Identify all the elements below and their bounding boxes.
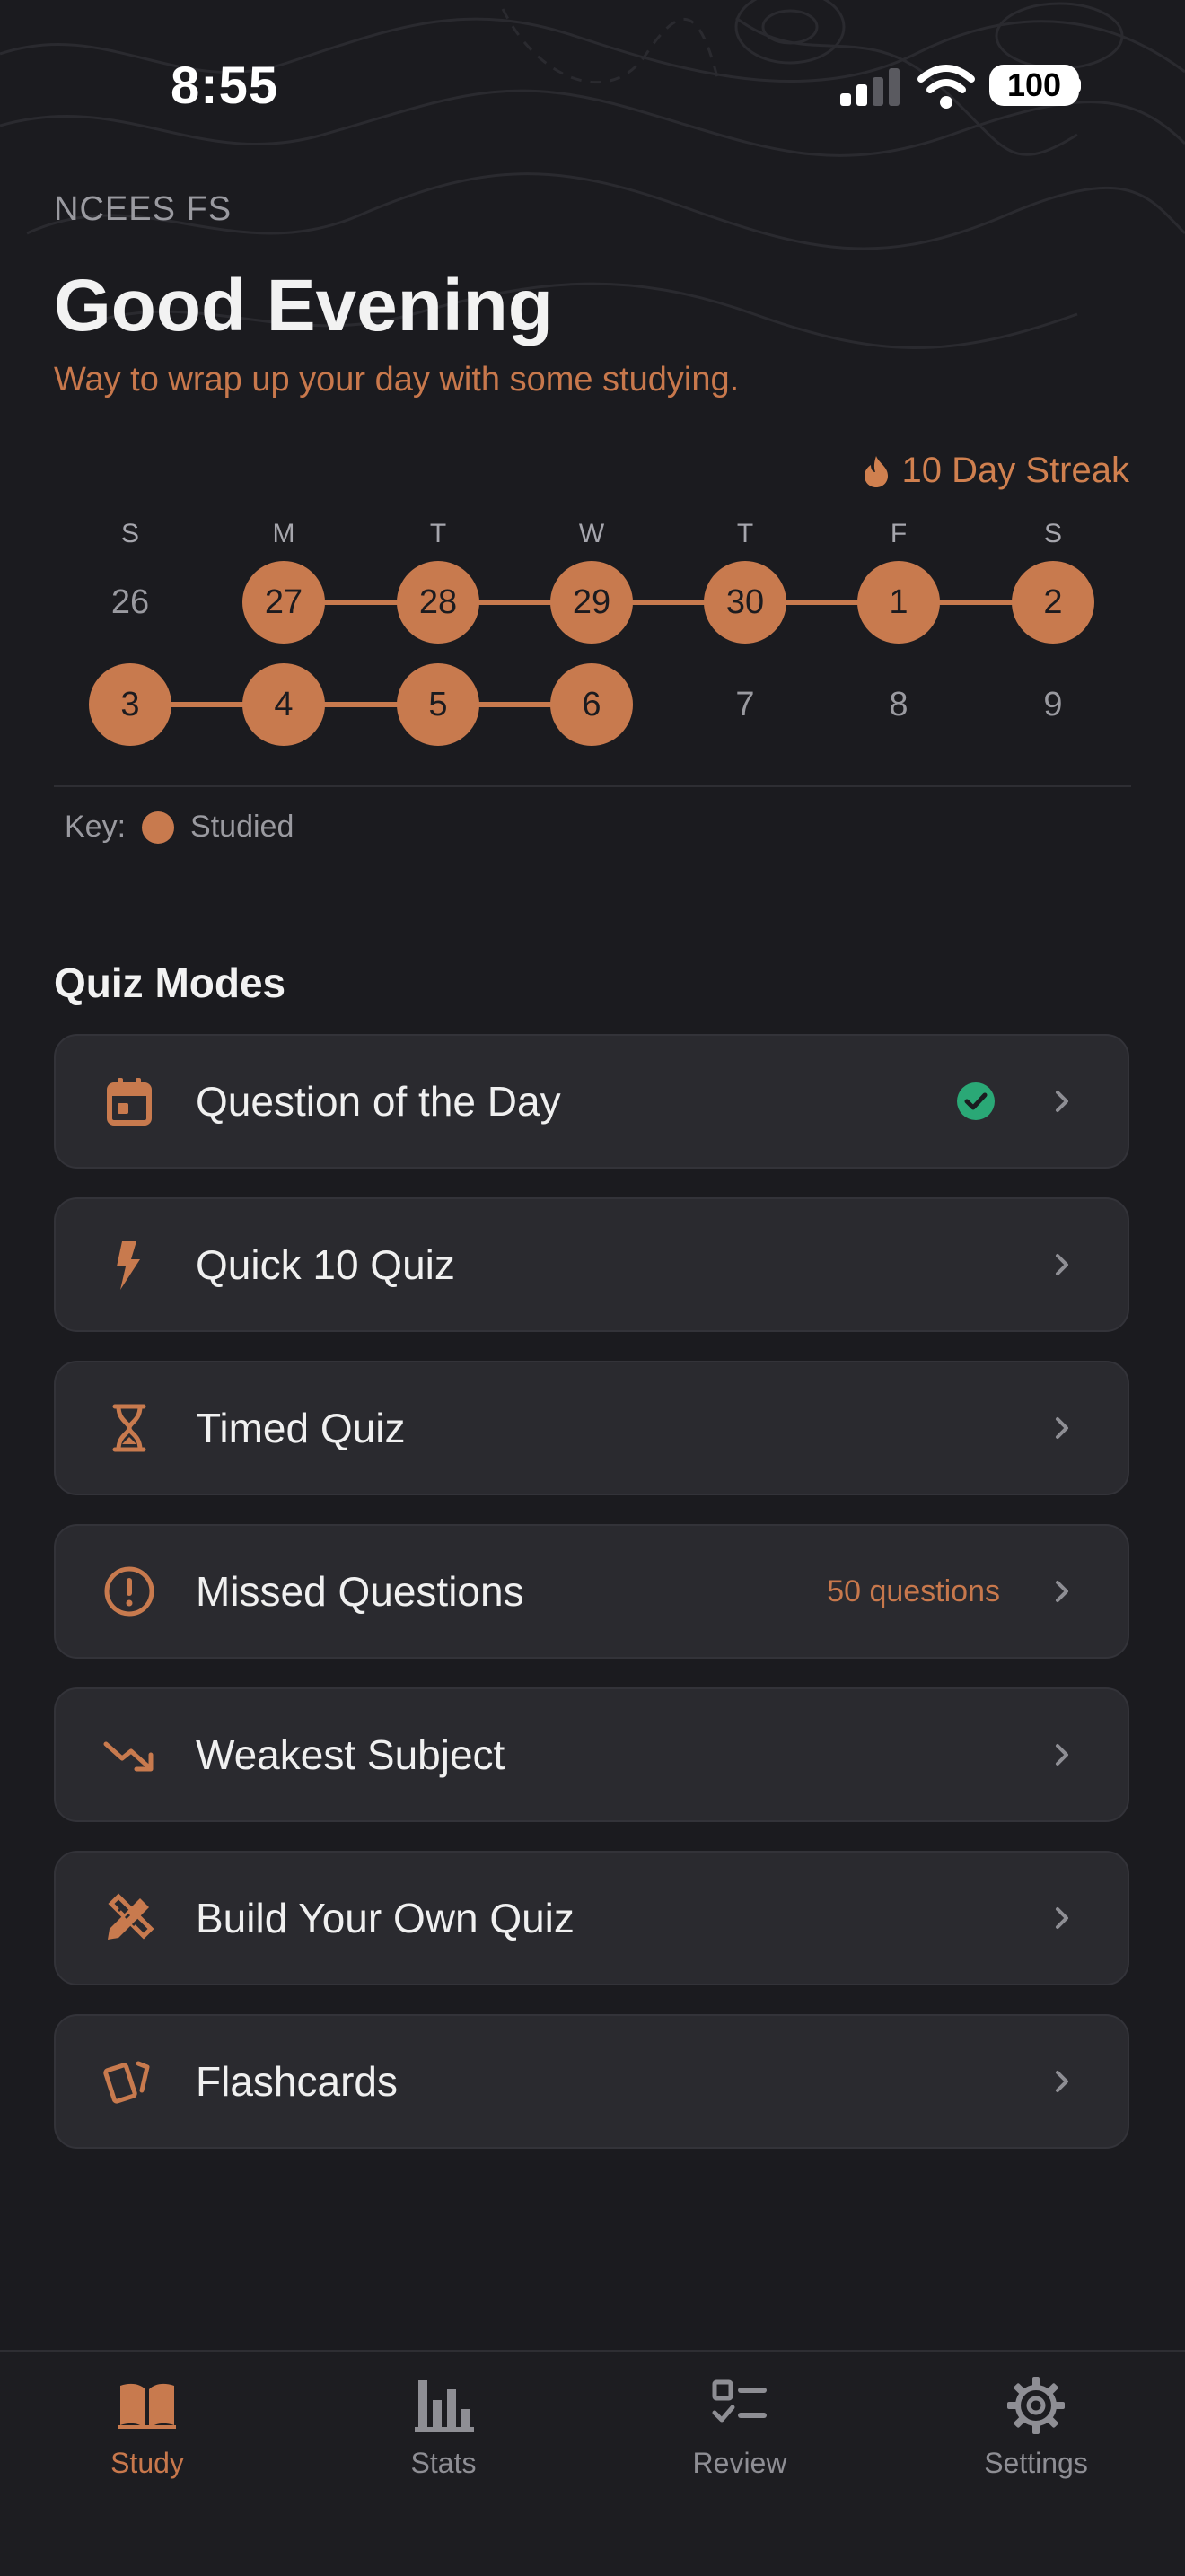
calendar-icon <box>107 1078 152 1126</box>
chevron-right-icon <box>1056 1744 1068 1766</box>
quick-10-quiz-card[interactable]: Quick 10 Quiz <box>54 1197 1129 1332</box>
cellular-signal-icon <box>840 68 900 106</box>
flame-icon <box>864 455 888 487</box>
chevron-right-icon <box>1056 1091 1068 1112</box>
greeting-subtitle: Way to wrap up your day with some studyi… <box>54 361 740 399</box>
calendar-day[interactable]: 8 <box>857 663 940 746</box>
streak-indicator: 10 Day Streak <box>861 451 1129 491</box>
quiz-modes-title: Quiz Modes <box>54 959 286 1006</box>
hourglass-icon <box>112 1404 146 1452</box>
calendar-day-studied[interactable]: 29 <box>550 561 633 644</box>
calendar-day-studied[interactable]: 3 <box>89 663 171 746</box>
calendar-day-studied[interactable]: 1 <box>857 561 940 644</box>
card-label: Timed Quiz <box>196 1405 406 1451</box>
card-label: Question of the Day <box>196 1078 561 1125</box>
missed-count-badge: 50 questions <box>827 1573 1000 1608</box>
card-label: Weakest Subject <box>196 1731 505 1778</box>
status-time: 8:55 <box>171 57 279 115</box>
card-label: Build Your Own Quiz <box>196 1895 575 1941</box>
studied-dot-icon <box>142 810 175 844</box>
question-of-the-day-card[interactable]: Question of the Day <box>54 1034 1129 1169</box>
wifi-icon <box>917 65 975 109</box>
key-studied-label: Studied <box>190 810 294 844</box>
card-label: Quick 10 Quiz <box>196 1241 455 1288</box>
calendar-day-studied[interactable]: 30 <box>704 561 786 644</box>
weekday-label: W <box>578 519 605 548</box>
tab-study[interactable]: Study <box>40 2373 255 2480</box>
chevron-right-icon <box>1056 1581 1068 1602</box>
calendar-key: Key: Studied <box>65 810 294 845</box>
pencil-ruler-icon <box>108 1893 154 1940</box>
card-label: Flashcards <box>196 2058 398 2105</box>
tab-review[interactable]: Review <box>632 2373 847 2480</box>
calendar-divider <box>54 785 1131 787</box>
calendar-day[interactable]: 9 <box>1012 663 1094 746</box>
battery-tip <box>1074 77 1081 93</box>
calendar-day-studied[interactable]: 4 <box>242 663 325 746</box>
exclamation-circle-icon <box>104 1566 154 1617</box>
chevron-right-icon <box>1056 1254 1068 1275</box>
book-icon <box>118 2383 176 2429</box>
checklist-icon <box>712 2379 767 2423</box>
greeting-title: Good Evening <box>54 265 553 346</box>
timed-quiz-card[interactable]: Timed Quiz <box>54 1361 1129 1495</box>
calendar-day-studied[interactable]: 6 <box>550 663 633 746</box>
tab-label: Review <box>692 2447 787 2479</box>
key-label: Key: <box>65 810 127 844</box>
streak-label: 10 Day Streak <box>901 451 1129 490</box>
missed-questions-card[interactable]: Missed Questions 50 questions <box>54 1524 1129 1659</box>
trending-down-icon <box>103 1741 154 1772</box>
cards-icon <box>103 2061 150 2104</box>
flashcards-card[interactable]: Flashcards <box>54 2014 1129 2149</box>
calendar-day[interactable]: 7 <box>704 663 786 746</box>
weakest-subject-card[interactable]: Weakest Subject <box>54 1687 1129 1822</box>
exam-name: NCEES FS <box>54 190 233 228</box>
build-your-own-quiz-card[interactable]: Build Your Own Quiz <box>54 1851 1129 1985</box>
weekday-label: S <box>120 519 139 548</box>
weekday-label: F <box>890 519 908 548</box>
card-label: Missed Questions <box>196 1568 524 1615</box>
gear-icon <box>1007 2377 1065 2434</box>
tab-label: Settings <box>984 2447 1088 2479</box>
completed-check-icon <box>957 1082 995 1120</box>
calendar-day-studied[interactable]: 27 <box>242 561 325 644</box>
tab-stats[interactable]: Stats <box>336 2373 551 2480</box>
weekday-label: T <box>429 519 447 548</box>
chevron-right-icon <box>1056 2071 1068 2092</box>
chevron-right-icon <box>1056 1417 1068 1439</box>
calendar-day-studied[interactable]: 5 <box>397 663 479 746</box>
calendar-day-studied[interactable]: 2 <box>1012 561 1094 644</box>
battery-indicator: 100 <box>989 65 1079 106</box>
chevron-right-icon <box>1056 1907 1068 1929</box>
tab-settings[interactable]: Settings <box>928 2373 1144 2480</box>
bar-chart-icon <box>415 2380 474 2432</box>
calendar-day-studied[interactable]: 28 <box>397 561 479 644</box>
calendar-day[interactable]: 26 <box>89 561 171 644</box>
lightning-icon <box>117 1241 140 1290</box>
tab-label: Study <box>110 2447 184 2479</box>
weekday-label: S <box>1043 519 1062 548</box>
tab-label: Stats <box>410 2447 477 2479</box>
weekday-label: M <box>272 519 295 548</box>
weekday-label: T <box>736 519 754 548</box>
